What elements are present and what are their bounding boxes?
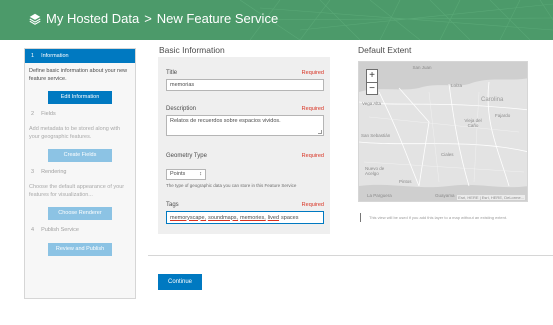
- step-header-rendering[interactable]: 3 Rendering: [25, 165, 135, 179]
- geometry-field-group: Geometry Type Required Points ↕ The type…: [166, 153, 324, 188]
- wizard-steps-panel: 1 Information Define basic information a…: [24, 48, 136, 299]
- step-information: 1 Information Define basic information a…: [25, 49, 135, 107]
- map-label-fajardo: Fajardo: [495, 113, 511, 118]
- tags-required: Required: [301, 202, 324, 208]
- map-label-guayama: Guayama: [435, 193, 455, 198]
- zoom-control: + −: [366, 69, 378, 95]
- app-header: My Hosted Data > New Feature Service: [0, 0, 553, 40]
- map-label-san-sebastian: San Sebastián: [361, 133, 391, 138]
- map-label-loiza: Loíza: [451, 83, 463, 88]
- hosted-data-icon: [29, 13, 41, 25]
- map-label-la-parguera: La Parguera: [367, 193, 392, 198]
- breadcrumb-separator: >: [144, 11, 152, 26]
- tags-label: Tags: [166, 202, 179, 208]
- step-header-fields[interactable]: 2 Fields: [25, 107, 135, 121]
- title-input[interactable]: memorias: [166, 79, 324, 91]
- step-description: Choose the default appearance of your fe…: [29, 184, 125, 198]
- tag-item: memoryscape,: [170, 214, 207, 221]
- tags-field-group: Tags Required memoryscape, soundmaps, me…: [166, 202, 324, 224]
- tag-item: spaces: [281, 214, 299, 221]
- tag-item: lived: [267, 214, 280, 221]
- geometry-type-select[interactable]: Points ↕: [166, 168, 206, 180]
- description-textarea[interactable]: Relatos de recuerdos sobre espacios vivi…: [166, 115, 324, 136]
- map-label-nuevo-de-acelgo: Nuevo de Acelgo: [365, 166, 385, 176]
- create-fields-button[interactable]: Create Fields: [48, 149, 112, 162]
- select-arrows-icon: ↕: [199, 171, 202, 177]
- continue-button[interactable]: Continue: [158, 274, 202, 290]
- step-description: Define basic information about your new …: [29, 68, 128, 82]
- tags-input[interactable]: memoryscape, soundmaps, memories, lived …: [166, 211, 324, 224]
- choose-renderer-button[interactable]: Choose Renderer: [48, 207, 112, 220]
- step-description: Add metadata to be stored along with you…: [29, 126, 121, 140]
- description-label: Description: [166, 106, 197, 112]
- edit-information-button[interactable]: Edit Information: [48, 91, 112, 104]
- step-title: Information: [41, 53, 69, 59]
- step-title: Rendering: [41, 169, 67, 175]
- map-label-pintos: Pintos: [399, 179, 412, 184]
- step-title: Publish Service: [41, 227, 79, 233]
- map-attribution[interactable]: Esri, HERE | Esri, HERE, DeLorme...: [457, 195, 525, 200]
- map-basemap: [359, 62, 527, 201]
- geometry-type-value: Points: [170, 171, 186, 177]
- description-field-group: Description Required Relatos de recuerdo…: [166, 106, 324, 136]
- step-header-information[interactable]: 1 Information: [25, 49, 135, 63]
- step-number: 2: [31, 111, 35, 117]
- tag-item: memories,: [240, 214, 266, 221]
- breadcrumb: My Hosted Data > New Feature Service: [28, 11, 278, 26]
- map-label-vieja-del-cano: Vieja del Caño: [464, 118, 482, 128]
- step-number: 4: [31, 227, 35, 233]
- map-label-vega-alta: Vega Alta: [362, 101, 382, 106]
- breadcrumb-my-hosted-data[interactable]: My Hosted Data: [46, 11, 139, 26]
- step-fields: 2 Fields Add metadata to be stored along…: [25, 107, 135, 165]
- step-number: 3: [31, 169, 35, 175]
- title-field-group: Title Required memorias: [166, 70, 324, 91]
- step-publish-service: 4 Publish Service Review and Publish: [25, 223, 135, 283]
- geometry-type-hint: The type of geographic data you can stor…: [166, 183, 297, 188]
- step-number: 1: [31, 53, 35, 59]
- resize-grip-icon[interactable]: [318, 130, 322, 134]
- page-title: New Feature Service: [156, 11, 279, 26]
- title-label: Title: [166, 70, 178, 76]
- default-extent-note: This view will be used if you add this l…: [360, 213, 507, 222]
- review-and-publish-button[interactable]: Review and Publish: [48, 243, 112, 256]
- description-required: Required: [301, 106, 324, 112]
- default-extent-heading: Default Extent: [358, 45, 412, 55]
- step-rendering: 3 Rendering Choose the default appearanc…: [25, 165, 135, 223]
- map-label-san-juan: San Juan: [412, 65, 432, 70]
- basic-information-form: Title Required memorias Description Requ…: [158, 57, 330, 234]
- tag-item: soundmaps,: [208, 214, 239, 221]
- title-required: Required: [301, 70, 324, 76]
- basic-information-heading: Basic Information: [159, 45, 225, 55]
- step-title: Fields: [41, 111, 56, 117]
- default-extent-map[interactable]: + − San Juan Loíza Vega Alta Carolina Vi…: [358, 61, 528, 202]
- map-label-ciales: Ciales: [441, 152, 454, 157]
- geometry-type-label: Geometry Type: [166, 153, 207, 159]
- footer-divider: [148, 255, 553, 256]
- map-label-carolina: Carolina: [481, 97, 504, 103]
- zoom-out-button[interactable]: −: [367, 82, 377, 94]
- zoom-in-button[interactable]: +: [367, 70, 377, 82]
- step-header-publish-service[interactable]: 4 Publish Service: [25, 223, 135, 237]
- description-text: Relatos de recuerdos sobre espacios vivi…: [170, 118, 281, 124]
- geometry-required: Required: [301, 153, 324, 159]
